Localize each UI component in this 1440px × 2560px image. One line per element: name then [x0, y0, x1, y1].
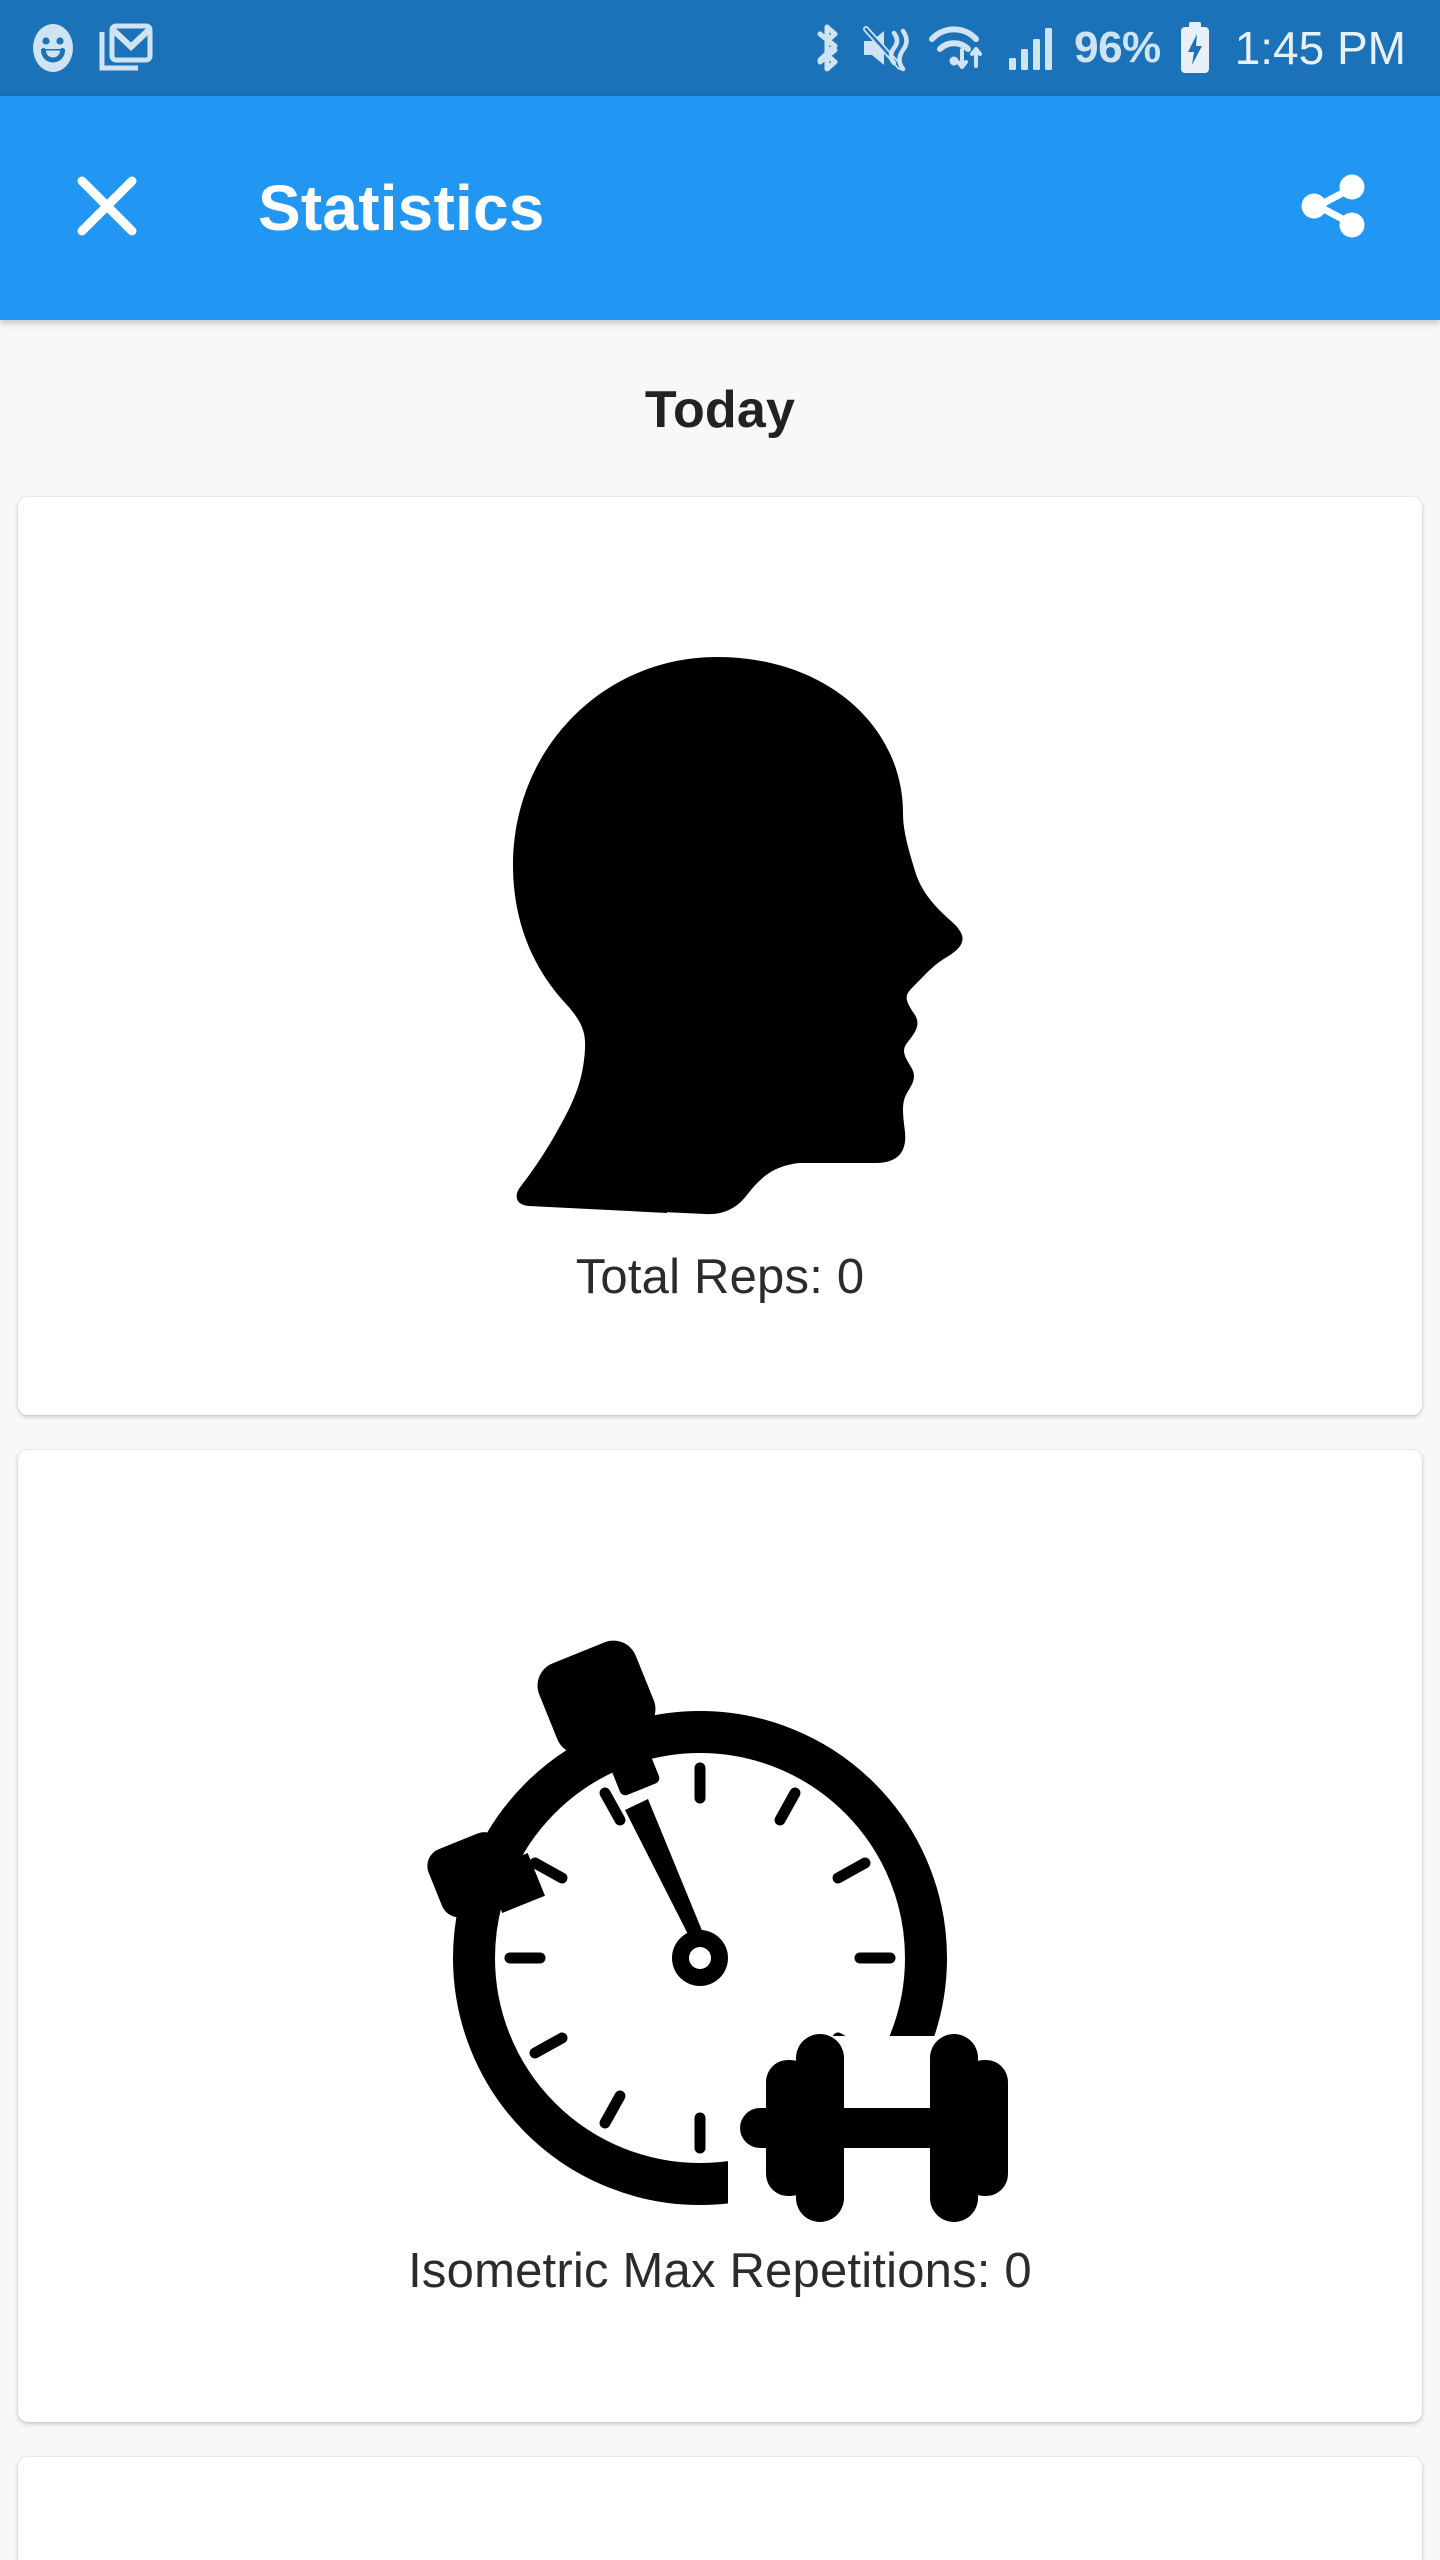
stopwatch-dumbbell-icon	[410, 1628, 1030, 2233]
stat-card-partial[interactable]	[18, 2457, 1422, 2560]
smiley-face-icon	[30, 22, 76, 74]
gmail-icon	[98, 22, 154, 74]
close-icon	[68, 167, 146, 250]
statistics-content: Today Total Reps: 0 Isometric Max Repeti…	[0, 320, 1440, 2560]
status-bar-notifications	[30, 22, 154, 74]
share-button[interactable]	[1284, 160, 1380, 256]
stat-card-label: Total Reps: 0	[575, 1250, 865, 1304]
close-button[interactable]	[62, 163, 152, 253]
stat-card-isometric-max-reps[interactable]: Isometric Max Repetitions: 0	[18, 1450, 1422, 2422]
head-profile-airway-icon	[455, 653, 985, 1243]
status-bar-indicators: 96% 1:45 PM	[810, 20, 1406, 76]
battery-charging-icon	[1177, 20, 1213, 76]
section-title-today: Today	[644, 381, 796, 439]
stat-card-total-reps[interactable]: Total Reps: 0	[18, 497, 1422, 1415]
status-bar: 96% 1:45 PM	[0, 0, 1440, 96]
volume-mute-vibrate-icon	[860, 23, 912, 73]
bluetooth-icon	[810, 22, 844, 74]
dumbbell-shape	[740, 2033, 1008, 2222]
status-bar-clock: 1:45 PM	[1234, 22, 1406, 74]
share-icon	[1290, 164, 1374, 253]
cellular-signal-icon	[1006, 23, 1058, 73]
stat-card-label: Isometric Max Repetitions: 0	[408, 2243, 1032, 2298]
wifi-data-transfer-icon	[928, 22, 990, 74]
battery-percent-label: 96%	[1074, 23, 1161, 72]
app-bar: Statistics	[0, 96, 1440, 320]
page-title: Statistics	[258, 172, 545, 244]
